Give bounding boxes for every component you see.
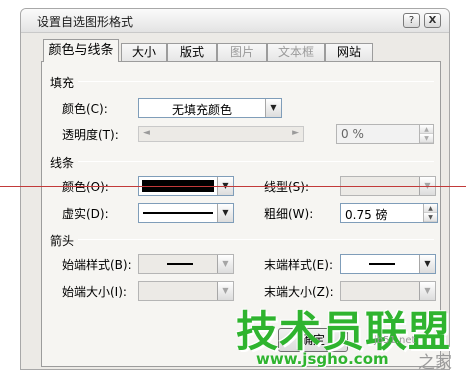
weight-spin-buttons[interactable]: ▲ ▼ [423,204,437,222]
tab-picture: 图片 [217,43,267,61]
dash-line-sample [143,212,213,214]
transparency-spinner[interactable]: 0 % ▲ ▼ [336,124,434,144]
fill-color-value: 无填充颜色 [171,103,232,117]
fill-color-combo[interactable]: 无填充颜色 ▼ [138,98,282,118]
dialog-title: 设置自选图形格式 [37,15,134,29]
fill-color-label: 颜色(C): [62,102,108,116]
chevron-down-icon[interactable]: ▼ [217,204,233,222]
fill-section-label: 填充 [50,76,75,90]
line-section-label: 线条 [50,156,75,170]
tab-colors-lines[interactable]: 颜色与线条 [43,39,119,62]
annotation-line [0,186,466,187]
spin-up-icon[interactable]: ▲ [424,204,437,213]
help-button[interactable]: ? [403,13,420,28]
site-watermark-url: jb51.net [374,335,416,346]
watermark-url: www.jsgho.com [256,350,389,368]
slider-left-arrow-icon[interactable]: ◄ [143,128,150,138]
fill-separator [78,81,434,82]
begin-style-label: 始端样式(B): [62,258,132,272]
end-arrow-sample [369,263,395,265]
spin-down-icon[interactable]: ▼ [424,213,437,222]
begin-style-combo[interactable]: ▼ [138,254,234,274]
title-bar: 设置自选图形格式 ? X [21,9,449,33]
begin-size-combo[interactable]: ▼ [138,281,234,301]
tab-text-box: 文本框 [267,43,325,61]
weight-value: 0.75 磅 [345,208,388,222]
weight-label: 粗细(W): [264,207,314,221]
tab-size[interactable]: 大小 [121,43,167,61]
arrows-section-label: 箭头 [50,234,75,248]
weight-spinner[interactable]: 0.75 磅 ▲ ▼ [340,203,438,223]
chevron-down-icon[interactable]: ▼ [217,255,233,273]
tab-web[interactable]: 网站 [325,43,373,61]
transparency-value: 0 % [341,127,364,141]
chevron-down-icon[interactable]: ▼ [217,282,233,300]
slider-right-arrow-icon[interactable]: ► [292,128,299,138]
transparency-label: 透明度(T): [62,128,119,142]
chevron-down-icon[interactable]: ▼ [419,255,435,273]
transparency-slider[interactable]: ◄ ► [138,126,304,142]
begin-arrow-sample [167,263,193,265]
begin-size-label: 始端大小(I): [62,285,127,299]
chevron-down-icon[interactable]: ▼ [265,99,281,117]
transparency-spin-buttons[interactable]: ▲ ▼ [419,125,433,143]
dash-label: 虚实(D): [62,207,109,221]
end-style-combo[interactable]: ▼ [340,254,436,274]
site-watermark-name: 之家 [418,353,452,373]
arrows-separator [78,239,434,240]
tab-layout[interactable]: 版式 [167,43,217,61]
spin-down-icon[interactable]: ▼ [420,134,433,143]
end-style-label: 末端样式(E): [264,258,333,272]
spin-up-icon[interactable]: ▲ [420,125,433,134]
close-button[interactable]: X [424,13,441,28]
dash-combo[interactable]: ▼ [138,203,234,223]
line-separator [78,161,434,162]
